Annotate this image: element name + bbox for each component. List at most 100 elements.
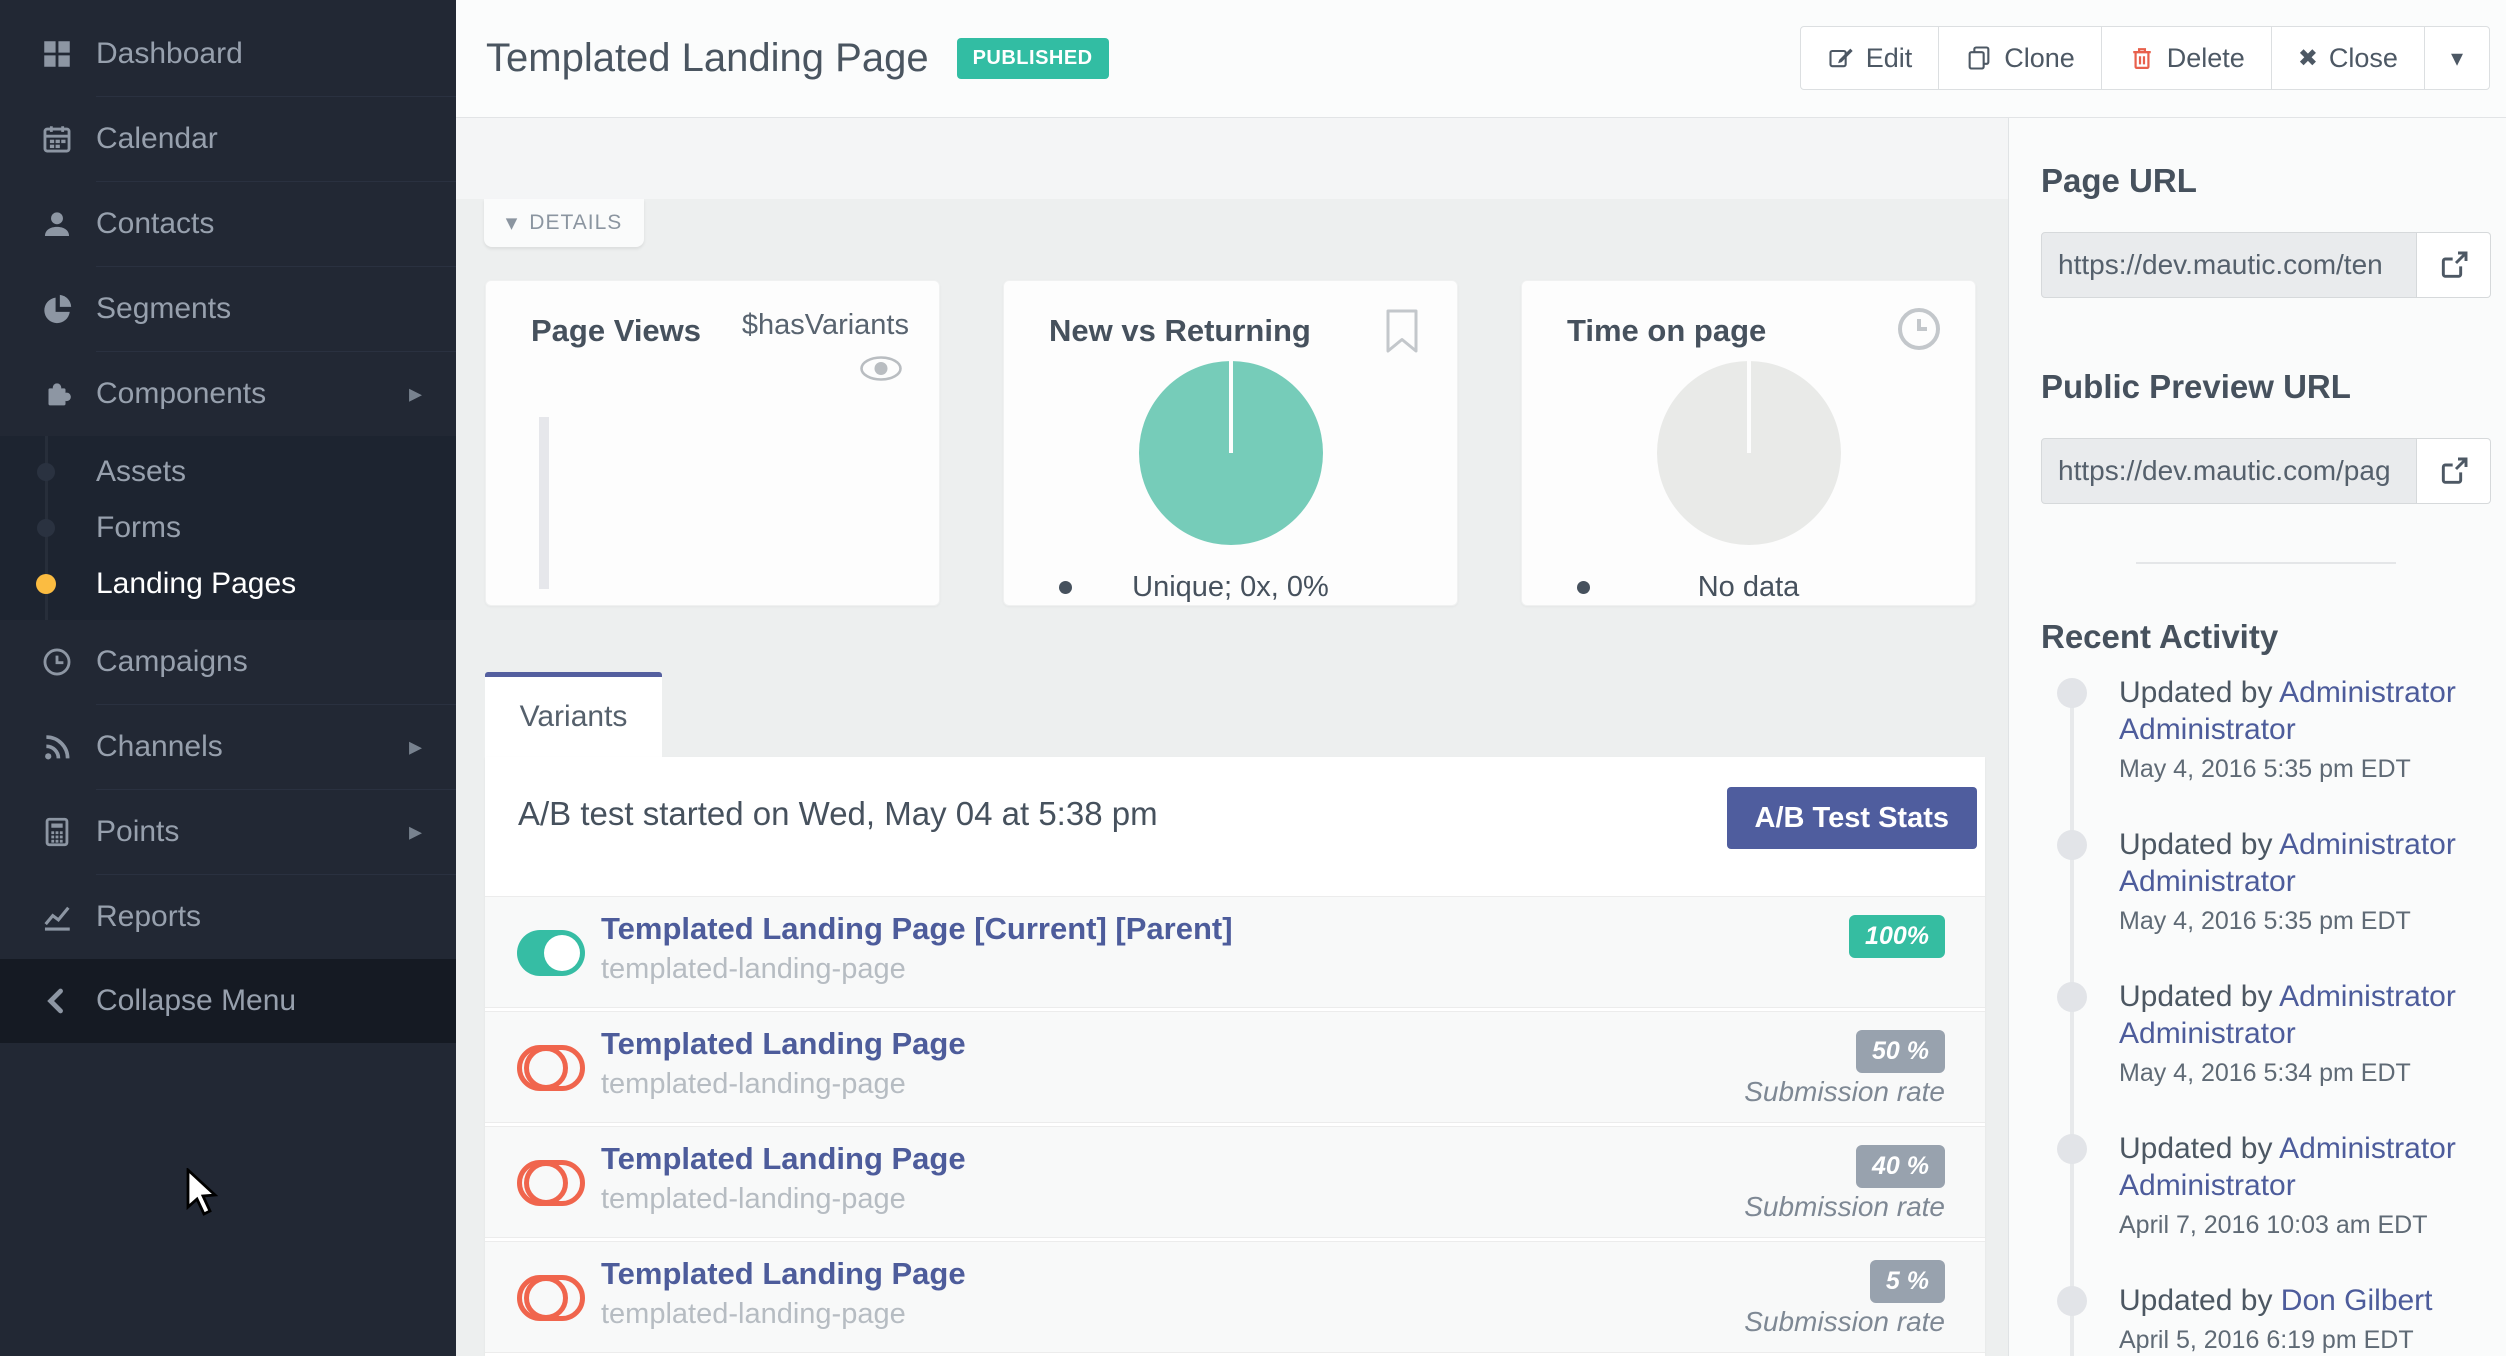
variant-toggle-off[interactable]: [517, 1160, 585, 1206]
activity-entry: Updated by Administrator Administrator M…: [2041, 978, 2494, 1130]
variant-title-link[interactable]: Templated Landing Page: [601, 1141, 966, 1177]
sidebar-item-contacts[interactable]: Contacts: [0, 182, 456, 266]
new-vs-returning-pie-chart: [1139, 361, 1323, 545]
submenu-dot: [37, 519, 55, 537]
timeline-dot: [2057, 678, 2087, 708]
sidebar-item-campaigns[interactable]: Campaigns: [0, 620, 456, 704]
activity-user-link[interactable]: Don Gilbert: [2281, 1284, 2433, 1317]
activity-date: April 7, 2016 10:03 am EDT: [2119, 1211, 2494, 1240]
time-on-page-pie-chart: [1657, 361, 1841, 545]
page-views-card: Page Views $hasVariants: [485, 280, 940, 606]
sidebar: Dashboard Calendar Contacts Segments Com…: [0, 0, 456, 1356]
preview-url-group: [2041, 438, 2491, 504]
variant-title-link[interactable]: Templated Landing Page: [601, 1026, 966, 1062]
edit-button-label: Edit: [1866, 43, 1913, 74]
sidebar-item-label: Segments: [96, 292, 231, 326]
eye-icon: [859, 355, 903, 382]
variant-row: Templated Landing Page templated-landing…: [485, 1011, 1985, 1123]
contacts-icon: [40, 207, 74, 241]
sidebar-item-label: Calendar: [96, 122, 218, 156]
sidebar-item-label: Channels: [96, 730, 223, 764]
variant-title-link[interactable]: Templated Landing Page: [601, 1256, 966, 1292]
pie-slice-divider: [1229, 361, 1233, 453]
open-page-url-button[interactable]: [2417, 232, 2491, 298]
card-title: Page Views: [531, 313, 701, 349]
variant-row: Templated Landing Page [Current] [Parent…: [485, 896, 1985, 1008]
components-icon: [40, 377, 74, 411]
page-header: Templated Landing Page PUBLISHED Edit Cl…: [456, 0, 2506, 118]
sidebar-item-reports[interactable]: Reports: [0, 875, 456, 959]
timeline-dot: [2057, 830, 2087, 860]
page-url-group: [2041, 232, 2491, 298]
close-icon: ✖: [2298, 44, 2318, 72]
details-toggle-button[interactable]: ▼ DETAILS: [484, 199, 644, 247]
components-submenu: Assets Forms Landing Pages: [0, 436, 456, 620]
card-title: Time on page: [1567, 313, 1766, 349]
sidebar-item-components[interactable]: Components ▸: [0, 352, 456, 436]
caret-down-icon: ▼: [506, 214, 518, 232]
collapse-menu-button[interactable]: Collapse Menu: [0, 959, 456, 1043]
clock-icon: [1895, 305, 1943, 353]
clone-button[interactable]: Clone: [1938, 26, 2102, 90]
calendar-icon: [40, 122, 74, 156]
sidebar-item-channels[interactable]: Channels ▸: [0, 705, 456, 789]
right-panel: Page URL Public Preview URL Recent Activ…: [2008, 118, 2506, 1356]
preview-url-input[interactable]: [2041, 438, 2417, 504]
variant-slug: templated-landing-page: [601, 1068, 906, 1101]
page-url-input[interactable]: [2041, 232, 2417, 298]
delete-button[interactable]: Delete: [2101, 26, 2272, 90]
ab-test-stats-button[interactable]: A/B Test Stats: [1727, 787, 1977, 849]
tab-label: Variants: [520, 700, 628, 734]
close-button[interactable]: ✖ Close: [2271, 26, 2425, 90]
variant-list: Templated Landing Page [Current] [Parent…: [485, 896, 1985, 1356]
preview-url-heading: Public Preview URL: [2041, 368, 2351, 406]
variant-toggle-off[interactable]: [517, 1275, 585, 1321]
chevron-right-icon: ▸: [409, 732, 422, 762]
variant-toggle-on[interactable]: [517, 930, 585, 976]
variant-slug: templated-landing-page: [601, 953, 906, 986]
variant-slug: templated-landing-page: [601, 1298, 906, 1331]
variant-weight-badge: 5 %: [1870, 1260, 1945, 1303]
empty-chart-axis-bar: [539, 417, 549, 589]
sidebar-item-landing-pages[interactable]: Landing Pages: [0, 556, 456, 612]
activity-date: May 4, 2016 5:35 pm EDT: [2119, 755, 2494, 784]
points-icon: [40, 815, 74, 849]
sidebar-item-label: Points: [96, 815, 179, 849]
more-actions-dropdown-button[interactable]: ▾: [2424, 26, 2490, 90]
variant-toggle-off[interactable]: [517, 1045, 585, 1091]
copy-icon: [1965, 44, 1993, 72]
bookmark-icon: [1383, 307, 1421, 355]
tab-variants[interactable]: Variants: [485, 672, 662, 757]
pencil-icon: [1827, 44, 1855, 72]
activity-action: Updated by: [2119, 676, 2279, 709]
timeline-dot: [2057, 1134, 2087, 1164]
sidebar-item-segments[interactable]: Segments: [0, 267, 456, 351]
sidebar-item-forms[interactable]: Forms: [0, 500, 456, 556]
activity-date: May 4, 2016 5:35 pm EDT: [2119, 907, 2494, 936]
time-on-page-card: Time on page No data: [1521, 280, 1976, 606]
sidebar-item-calendar[interactable]: Calendar: [0, 97, 456, 181]
open-preview-url-button[interactable]: [2417, 438, 2491, 504]
mautic-landing-page-detail: { "icons": { "caret_down": "▼", "caret_s…: [0, 0, 2506, 1356]
external-link-icon: [2438, 455, 2470, 487]
sidebar-item-dashboard[interactable]: Dashboard: [0, 12, 456, 96]
sidebar-item-label: Campaigns: [96, 645, 248, 679]
trash-icon: [2128, 44, 2156, 72]
variant-title-link[interactable]: Templated Landing Page [Current] [Parent…: [601, 911, 1233, 947]
sidebar-item-assets[interactable]: Assets: [0, 444, 456, 500]
variant-row: Templated Landing Page templated-landing…: [485, 1126, 1985, 1238]
variant-row: Templated Landing Page templated-landing…: [485, 1241, 1985, 1353]
edit-button[interactable]: Edit: [1800, 26, 1940, 90]
external-link-icon: [2438, 249, 2470, 281]
toggle-knob: [524, 1046, 568, 1090]
activity-entry: Updated by Administrator Administrator A…: [2041, 1130, 2494, 1282]
toggle-knob: [524, 1276, 568, 1320]
submenu-dot: [37, 463, 55, 481]
sidebar-item-points[interactable]: Points ▸: [0, 790, 456, 874]
new-vs-returning-card: New vs Returning Unique; 0x, 0%: [1003, 280, 1458, 606]
submission-rate-label: Submission rate: [1744, 1306, 1945, 1338]
activity-entry: Updated by Administrator Administrator M…: [2041, 674, 2494, 826]
recent-activity-heading: Recent Activity: [2041, 618, 2278, 656]
variant-weight-badge: 50 %: [1856, 1030, 1945, 1073]
chevron-right-icon: ▸: [409, 817, 422, 847]
